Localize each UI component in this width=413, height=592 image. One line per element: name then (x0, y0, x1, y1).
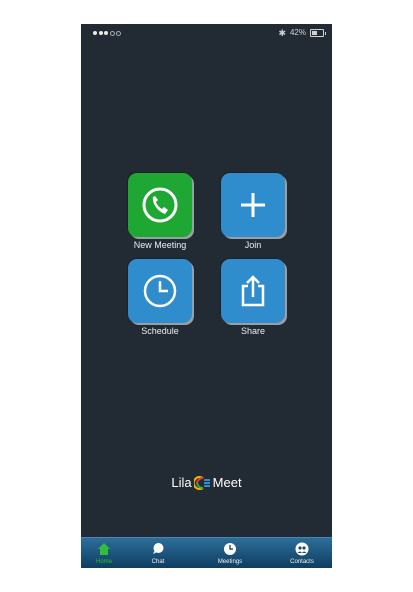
app-logo: Lila Meet (81, 475, 332, 490)
share-label: Share (240, 326, 266, 336)
new-meeting-label: New Meeting (133, 240, 187, 250)
join-label: Join (244, 240, 262, 250)
bottom-tab-bar: Home Chat Meetings Contacts (81, 537, 332, 568)
join-button[interactable] (221, 173, 285, 237)
tab-chat[interactable]: Chat (135, 538, 181, 568)
share-icon (241, 275, 265, 307)
phone-icon (142, 187, 178, 223)
signal-strength-icon (93, 31, 121, 36)
battery-percent: 42% (289, 28, 306, 37)
meetings-icon (224, 543, 236, 555)
share-button[interactable] (221, 259, 285, 323)
chat-icon (153, 543, 164, 554)
status-bar: ✱ 42% (81, 24, 332, 42)
plus-icon (241, 193, 265, 217)
tab-meetings[interactable]: Meetings (205, 538, 255, 568)
logo-mark-icon (193, 475, 210, 490)
home-icon (98, 543, 110, 555)
tab-contacts[interactable]: Contacts (277, 538, 327, 568)
battery-icon (310, 29, 326, 37)
bluetooth-icon: ✱ (278, 28, 286, 38)
contacts-icon (295, 542, 309, 556)
schedule-button[interactable] (128, 259, 192, 323)
clock-icon (143, 274, 177, 308)
logo-text-right: Meet (212, 475, 242, 490)
schedule-label: Schedule (141, 326, 179, 336)
app-screen: ✱ 42% New Meeting Join Schedule Share Li… (81, 24, 332, 568)
tab-home[interactable]: Home (81, 538, 127, 568)
logo-text-left: Lila (171, 475, 192, 490)
new-meeting-button[interactable] (128, 173, 192, 237)
